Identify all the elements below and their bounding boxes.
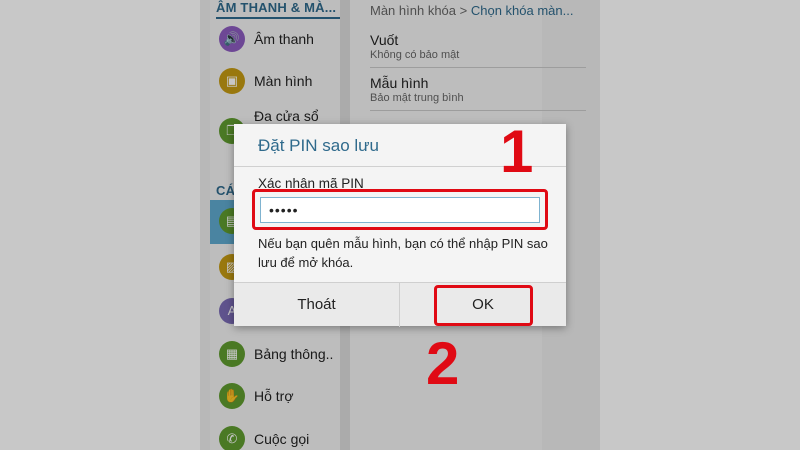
cancel-button[interactable]: Thoát <box>234 283 399 327</box>
dialog-hint: Nếu bạn quên mẫu hình, bạn có thể nhập P… <box>258 236 548 270</box>
annotation-step-1: 1 <box>500 118 534 185</box>
annotation-step-2: 2 <box>426 330 460 397</box>
annotation-box-ok <box>434 285 533 326</box>
annotation-box-pin <box>252 189 548 230</box>
dialog-title: Đặt PIN sao lưu <box>258 136 379 155</box>
